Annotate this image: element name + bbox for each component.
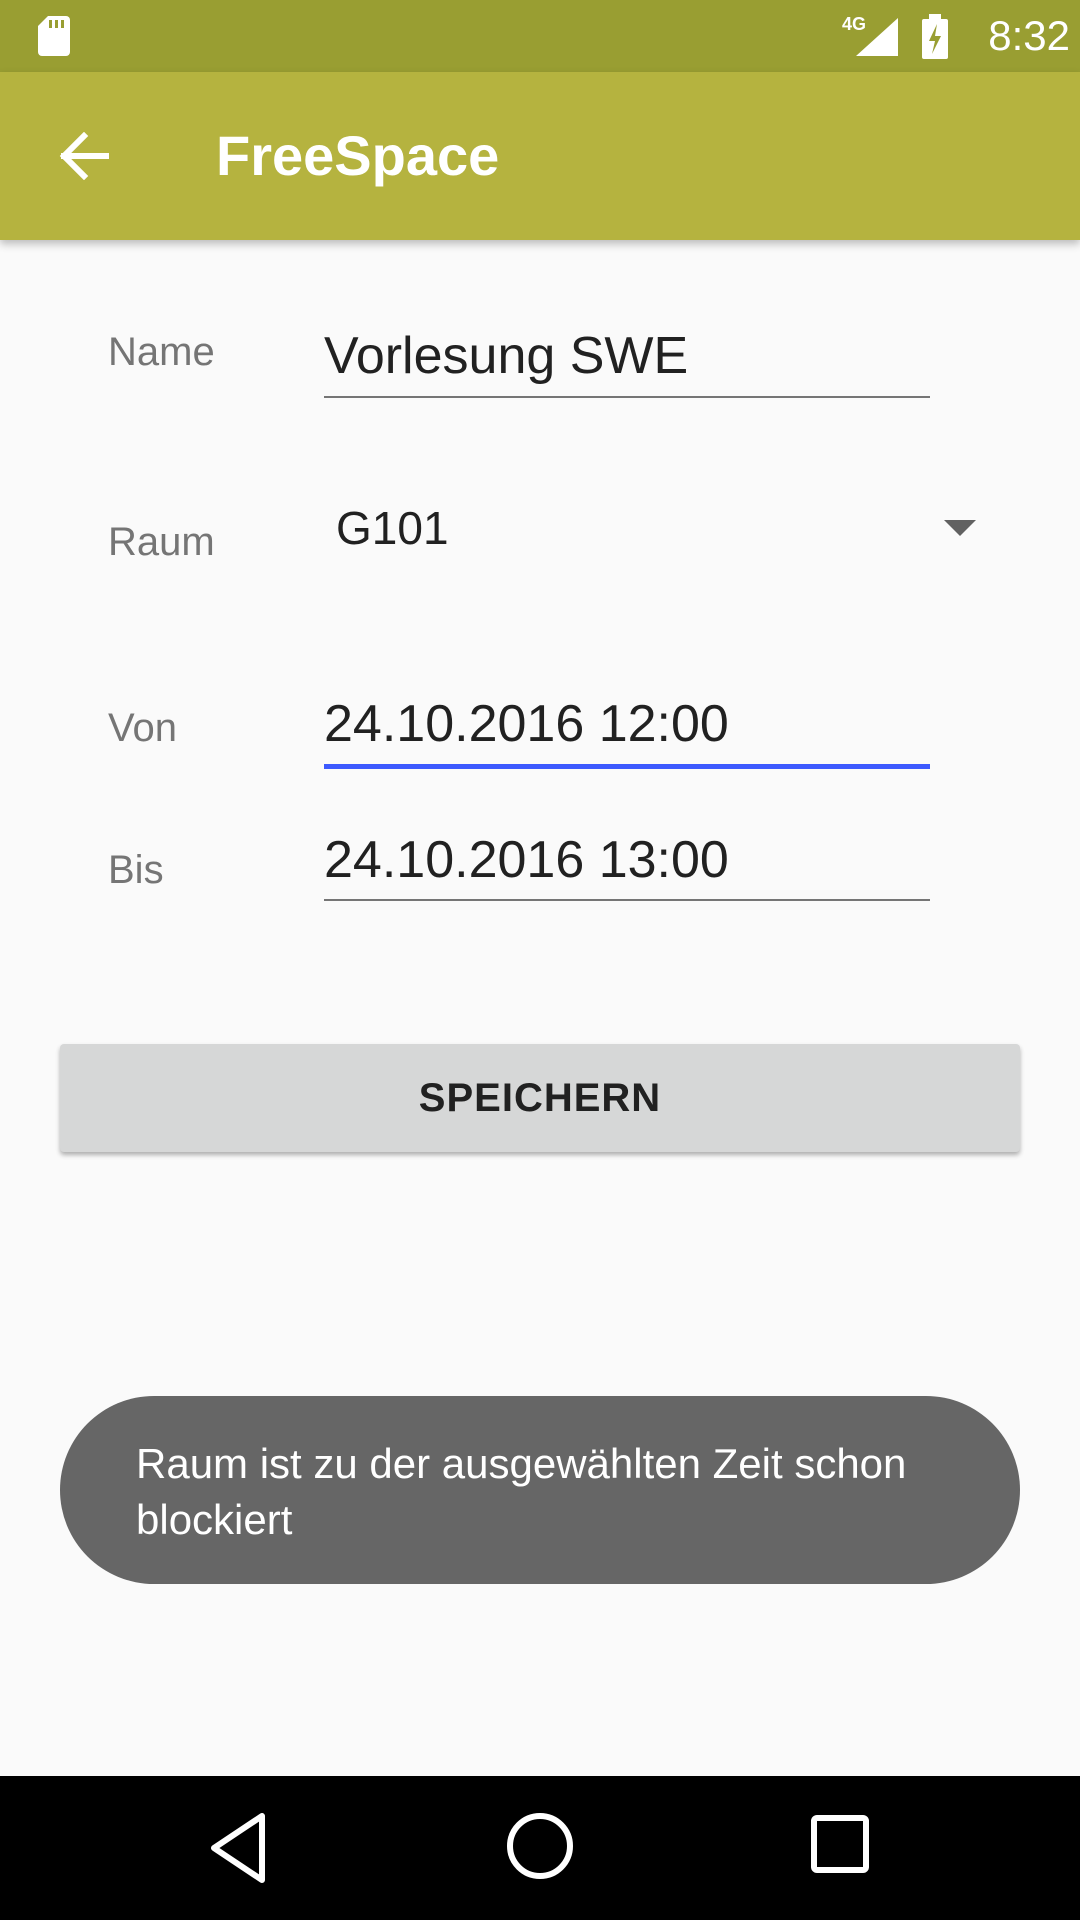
name-field-underline	[324, 396, 930, 398]
to-field-underline	[324, 899, 930, 901]
arrow-back-icon	[59, 132, 109, 180]
battery-charging-icon	[922, 14, 948, 59]
dropdown-arrow-icon[interactable]	[944, 520, 976, 536]
app-bar: FreeSpace	[0, 72, 1080, 240]
from-datetime-field[interactable]: 24.10.2016 12:00	[324, 694, 729, 754]
nav-home-icon[interactable]	[504, 1810, 576, 1882]
to-datetime-field[interactable]: 24.10.2016 13:00	[324, 830, 729, 890]
save-button[interactable]: SPEICHERN	[60, 1044, 1020, 1152]
back-button[interactable]	[36, 114, 132, 198]
toast-message: Raum ist zu der ausgewählten Zeit schon …	[60, 1396, 1020, 1584]
sd-card-icon	[38, 16, 70, 56]
page-title: FreeSpace	[216, 124, 500, 187]
name-field[interactable]: Vorlesung SWE	[324, 326, 688, 386]
nav-back-icon[interactable]	[206, 1810, 270, 1886]
signal-icon: 4G	[842, 14, 898, 56]
status-time: 8:32	[988, 12, 1070, 59]
navigation-bar	[0, 1776, 1080, 1920]
from-field-underline	[324, 764, 930, 769]
room-label: Raum	[108, 520, 215, 564]
status-bar: 4G 8:32	[0, 0, 1080, 72]
from-label: Von	[108, 706, 177, 750]
name-label: Name	[108, 330, 215, 374]
nav-recents-icon[interactable]	[808, 1812, 872, 1876]
room-spinner-value[interactable]: G101	[336, 500, 449, 556]
network-type-label: 4G	[842, 14, 866, 34]
to-label: Bis	[108, 848, 164, 892]
